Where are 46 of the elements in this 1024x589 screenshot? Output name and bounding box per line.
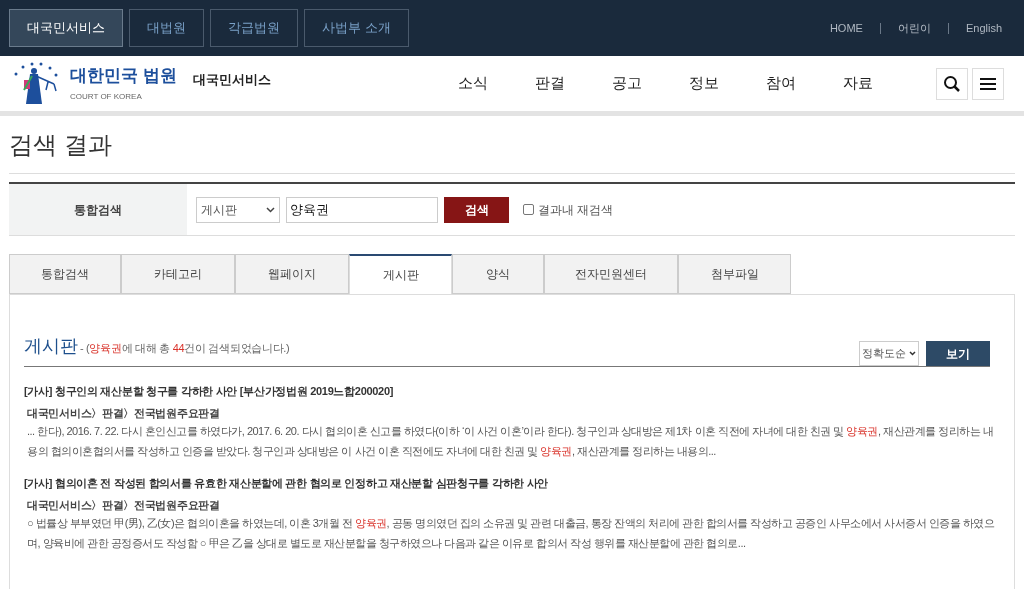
site-tab[interactable]: 사법부 소개 bbox=[304, 9, 409, 47]
search-button[interactable] bbox=[936, 67, 968, 100]
submit-button[interactable]: 검색 bbox=[444, 196, 509, 223]
result-tab[interactable]: 통합검색 bbox=[9, 254, 121, 294]
search-label: 통합검색 bbox=[74, 201, 122, 219]
result-tab[interactable]: 첨부파일 bbox=[678, 254, 791, 294]
search-icon bbox=[943, 74, 961, 93]
menu-button[interactable] bbox=[972, 67, 1004, 100]
result-tab[interactable]: 웹페이지 bbox=[235, 254, 349, 294]
logo-title: 대한민국 법원 bbox=[70, 64, 177, 87]
search-field[interactable]: 양육권 bbox=[286, 196, 438, 223]
result-path: 대국민서비스〉판결〉전국법원주요판결 bbox=[27, 497, 221, 513]
nav-link[interactable]: 소식 bbox=[434, 72, 511, 95]
top-link[interactable]: HOME bbox=[829, 19, 863, 37]
site-tab[interactable]: 각급법원 bbox=[210, 9, 298, 47]
nav-link[interactable]: 참여 bbox=[742, 72, 819, 95]
chevron-down-icon bbox=[909, 351, 916, 356]
checkbox[interactable] bbox=[523, 204, 534, 215]
result-tab[interactable]: 전자민원센터 bbox=[544, 254, 678, 294]
result-title[interactable]: [가사] 협의이혼 전 작성된 합의서를 유효한 재산분할에 관한 협의로 인정하고 재산분할 심판청구를 각하한 사안 bbox=[24, 475, 1000, 492]
result-tab[interactable]: 게시판 bbox=[349, 254, 452, 294]
sort-dropdown[interactable]: 정확도순 bbox=[859, 341, 919, 366]
result-title[interactable]: [가사] 청구인의 재산분할 청구를 각하한 사안 [부산가정법원 2019느합200020] bbox=[24, 383, 1000, 400]
nav-link[interactable]: 정보 bbox=[665, 72, 742, 95]
page-title: 검색 결과 bbox=[9, 129, 112, 160]
service-name: 대국민서비스 bbox=[192, 70, 271, 89]
nav-link[interactable]: 공고 bbox=[588, 72, 665, 95]
nav-link[interactable]: 자료 bbox=[819, 72, 896, 95]
result-tab[interactable]: 양식 bbox=[452, 254, 544, 294]
menu-icon bbox=[980, 77, 996, 90]
checkbox-label[interactable]: 결과내 재검색 bbox=[538, 200, 614, 219]
logo-subtitle: COURT OF KOREA bbox=[70, 90, 143, 103]
result-path: 대국민서비스〉판결〉전국법원주요판결 bbox=[27, 405, 221, 421]
top-link[interactable]: English bbox=[965, 19, 1002, 37]
site-tab[interactable]: 대법원 bbox=[129, 9, 204, 47]
result-tab[interactable]: 카테고리 bbox=[121, 254, 235, 294]
result-snippet: ○ 법률상 부부였던 甲(男), 乙(女)은 협의이혼을 하였는데, 이혼 3개월 전 양육권, 공동 명의였던 집의 소유권 및 관련 대출금, 통장 잔액의 처리에 관한 합의서를 작성하고 공증인 사무소에서 사서증서 인증을 하였으며, 양육비에 관한 공정증서도 작성함 ○ 甲은 乙을 상대로 별도로 재산분할을 청구하였으나 다음과 같은 이유로 합의서 작성 행위를 재산분할에 관한 협의로... bbox=[27, 516, 996, 551]
nav-link[interactable]: 판결 bbox=[511, 72, 588, 95]
results-heading: 게시판 bbox=[24, 335, 78, 358]
results-summary: - (양육권에 대해 총 44건이 검색되었습니다.) bbox=[80, 341, 290, 356]
site-tab[interactable]: 대국민서비스 bbox=[9, 9, 123, 47]
result-snippet: ... 한다), 2016. 7. 22. 다시 혼인신고를 하였다가, 2017. 6. 20. 다시 협의이혼 신고를 하였다(이하 ‘이 사건 이혼’이라 한다). 청구인과 상대방은 제1차 이혼 직전에 자녀에 대한 친권 및 양육권, 재산관계를 정리하는 내용의 협의이혼협의서를 작성하고 인증을 받았다. 청구인과 상대방은 이 사건 이혼 직전에도 자녀에 대한 친권 및 양육권, 재산관계를 정리하는 내용의... bbox=[27, 424, 995, 459]
scope-dropdown[interactable]: 게시판 bbox=[196, 196, 280, 223]
chevron-down-icon bbox=[266, 206, 275, 213]
top-link[interactable]: 어린이 bbox=[897, 19, 931, 37]
view-button[interactable]: 보기 bbox=[926, 341, 990, 366]
